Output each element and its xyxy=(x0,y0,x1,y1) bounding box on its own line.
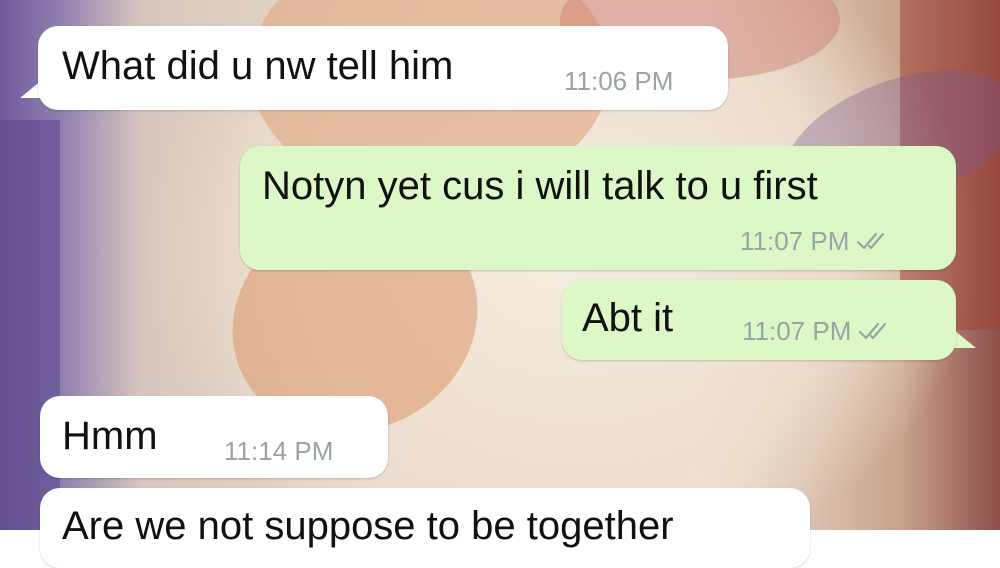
message-bubble-outgoing[interactable]: Abt it 11:07 PM xyxy=(562,280,956,360)
message-bubble-incoming[interactable]: What did u nw tell him 11:06 PM xyxy=(38,26,728,110)
message-time: 11:06 PM xyxy=(564,66,674,96)
message-time: 11:07 PM xyxy=(742,316,852,346)
message-time: 11:07 PM xyxy=(740,226,850,256)
message-bubble-incoming[interactable]: Are we not suppose to be together xyxy=(40,488,810,568)
message-text: Abt it xyxy=(582,296,674,340)
message-text: Notyn yet cus i will talk to u first xyxy=(262,164,818,208)
message-bubble-incoming[interactable]: Hmm 11:14 PM xyxy=(40,396,388,478)
bubble-tail xyxy=(954,330,976,348)
message-text: Are we not suppose to be together xyxy=(62,504,674,548)
message-meta: 11:07 PM xyxy=(742,318,895,344)
message-meta: 11:14 PM xyxy=(224,438,333,464)
message-text: Hmm xyxy=(62,414,158,458)
double-check-icon xyxy=(857,232,885,250)
double-check-icon xyxy=(859,322,887,340)
message-meta: 11:07 PM xyxy=(740,228,893,254)
message-bubble-outgoing[interactable]: Notyn yet cus i will talk to u first 11:… xyxy=(240,146,956,270)
message-text: What did u nw tell him xyxy=(62,44,454,88)
message-time: 11:14 PM xyxy=(224,436,334,466)
message-meta: 11:06 PM xyxy=(564,68,673,94)
